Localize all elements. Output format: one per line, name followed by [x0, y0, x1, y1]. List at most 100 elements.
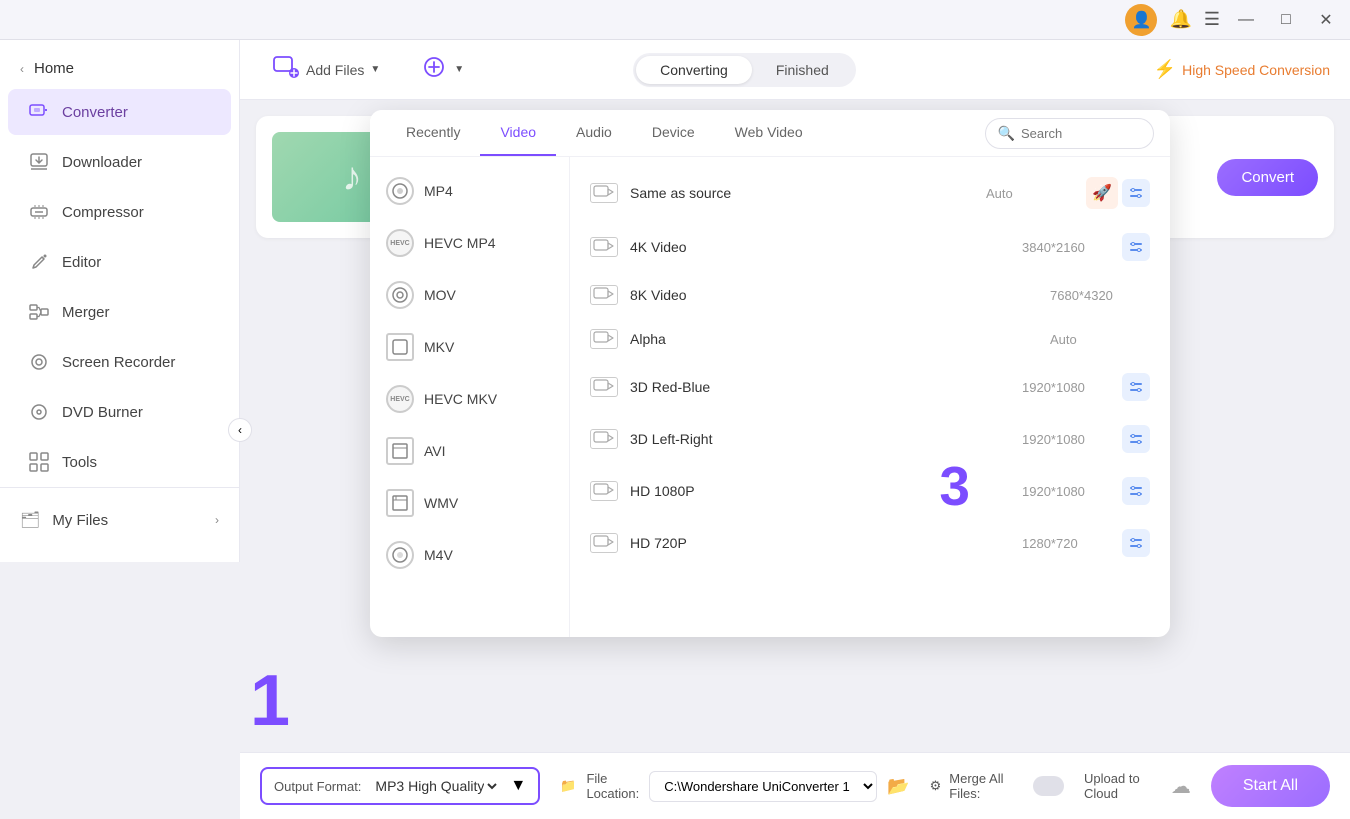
output-format-section: Output Format: MP3 High Quality ▼	[260, 767, 540, 805]
sidebar-editor-label: Editor	[62, 254, 101, 271]
wmv-label: WMV	[424, 495, 458, 511]
preset-8k-res: 7680*4320	[1050, 288, 1150, 303]
sidebar-compressor-label: Compressor	[62, 204, 144, 221]
file-location-icon: 📁	[560, 778, 576, 794]
preset-hd-1080p[interactable]: HD 1080P 1920*1080 3	[570, 465, 1170, 517]
sidebar-item-tools[interactable]: Tools	[8, 439, 231, 485]
format-avi[interactable]: AVI	[370, 425, 569, 477]
format-select-caret: ▼	[510, 777, 526, 795]
file-location-select[interactable]: C:\Wondershare UniConverter 1	[649, 771, 877, 802]
format-body: MP4 HEVC HEVC MP4	[370, 157, 1170, 637]
format-mov[interactable]: MOV	[370, 269, 569, 321]
format-tab-recently[interactable]: Recently	[386, 110, 480, 156]
avi-label: AVI	[424, 443, 446, 459]
preset-4k-settings-button[interactable]	[1122, 233, 1150, 261]
wmv-icon	[386, 489, 414, 517]
preset-same-as-source[interactable]: Same as source Auto 🚀	[570, 165, 1170, 221]
cloud-icon[interactable]: ☁	[1171, 774, 1191, 799]
preset-hd-720p-settings-button[interactable]	[1122, 529, 1150, 557]
format-list: MP4 HEVC HEVC MP4	[370, 157, 570, 637]
add-more-button[interactable]: ▼	[408, 45, 476, 95]
format-hevc-mkv[interactable]: HEVC HEVC MKV	[370, 373, 569, 425]
high-speed-conversion[interactable]: ⚡ High Speed Conversion	[1154, 59, 1330, 80]
notifications-icon[interactable]: 🔔	[1169, 9, 1191, 30]
toolbar: Add Files ▼ ▼ Converting Finished ⚡	[240, 40, 1350, 100]
sidebar-item-dvd-burner[interactable]: DVD Burner	[8, 389, 231, 435]
sidebar-item-editor[interactable]: Editor	[8, 239, 231, 285]
sidebar-myfiles[interactable]: 🗂 My Files ›	[0, 498, 239, 542]
format-mp4[interactable]: MP4	[370, 165, 569, 217]
add-files-label: Add Files	[306, 62, 364, 78]
add-more-caret-icon: ▼	[454, 64, 464, 75]
step-1-number: 1	[250, 660, 290, 742]
preset-settings-button[interactable]	[1122, 179, 1150, 207]
preset-3d-red-blue[interactable]: 3D Red-Blue 1920*1080	[570, 361, 1170, 413]
sidebar-home[interactable]: ‹ Home	[0, 50, 239, 87]
mkv-label: MKV	[424, 339, 454, 355]
dvd-burner-icon	[28, 401, 50, 423]
preset-3d-red-blue-icon	[590, 377, 618, 397]
location-folder-icon[interactable]: 📂	[887, 776, 909, 797]
preset-3d-left-right-icon	[590, 429, 618, 449]
format-m4v[interactable]: M4V	[370, 529, 569, 581]
preset-hd-720p[interactable]: HD 720P 1280*720	[570, 517, 1170, 569]
format-tab-audio[interactable]: Audio	[556, 110, 632, 156]
sidebar-item-converter[interactable]: Converter	[8, 89, 231, 135]
add-files-button[interactable]: Add Files ▼	[260, 45, 392, 95]
sidebar-item-merger[interactable]: Merger	[8, 289, 231, 335]
preset-alpha[interactable]: Alpha Auto	[570, 317, 1170, 361]
format-mkv[interactable]: MKV	[370, 321, 569, 373]
home-label: Home	[34, 60, 74, 77]
minimize-button[interactable]: —	[1232, 6, 1260, 34]
my-files-label: My Files	[52, 512, 108, 529]
sidebar: ‹ Home Converter	[0, 40, 240, 562]
preset-3d-left-right-settings-button[interactable]	[1122, 425, 1150, 453]
sidebar-item-screen-recorder[interactable]: Screen Recorder	[8, 339, 231, 385]
preset-3d-left-right-name: 3D Left-Right	[630, 431, 1022, 447]
sidebar-item-compressor[interactable]: Compressor	[8, 189, 231, 235]
merge-icon: ⚙	[930, 778, 942, 794]
preset-3d-left-right-res: 1920*1080	[1022, 432, 1122, 447]
preset-hd-1080p-settings-button[interactable]	[1122, 477, 1150, 505]
preset-3d-left-right[interactable]: 3D Left-Right 1920*1080	[570, 413, 1170, 465]
format-wmv[interactable]: WMV	[370, 477, 569, 529]
format-tabs: Recently Video Audio Device Web Video 🔍	[370, 110, 1170, 157]
mp4-icon	[386, 177, 414, 205]
close-button[interactable]: ✕	[1312, 6, 1340, 34]
mp4-label: MP4	[424, 183, 453, 199]
output-format-select[interactable]: MP3 High Quality	[371, 777, 500, 795]
tab-converting[interactable]: Converting	[636, 56, 752, 84]
preset-3d-red-blue-settings-button[interactable]	[1122, 373, 1150, 401]
hevc-mkv-icon: HEVC	[386, 385, 414, 413]
upload-cloud-label: Upload to Cloud	[1084, 771, 1163, 801]
lightning-icon: ⚡	[1154, 59, 1176, 80]
search-input[interactable]	[1021, 126, 1141, 141]
mov-icon	[386, 281, 414, 309]
format-search[interactable]: 🔍	[985, 118, 1154, 149]
preset-4k-name: 4K Video	[630, 239, 1022, 255]
format-tab-video[interactable]: Video	[480, 110, 556, 156]
editor-icon	[28, 251, 50, 273]
tools-icon	[28, 451, 50, 473]
add-files-caret-icon: ▼	[370, 64, 380, 75]
format-presets: Same as source Auto 🚀	[570, 157, 1170, 637]
start-all-button[interactable]: Start All	[1211, 765, 1330, 807]
sidebar-item-downloader[interactable]: Downloader	[8, 139, 231, 185]
preset-8k-video[interactable]: 8K Video 7680*4320	[570, 273, 1170, 317]
high-speed-label: High Speed Conversion	[1182, 62, 1330, 78]
file-location-label: File Location:	[586, 771, 639, 801]
convert-button[interactable]: Convert	[1217, 159, 1318, 196]
hamburger-menu-icon[interactable]: ☰	[1204, 9, 1220, 30]
mkv-icon	[386, 333, 414, 361]
sidebar-tools-label: Tools	[62, 454, 97, 471]
user-avatar[interactable]: 👤	[1125, 4, 1157, 36]
format-tab-device[interactable]: Device	[632, 110, 715, 156]
format-hevc-mp4[interactable]: HEVC HEVC MP4	[370, 217, 569, 269]
format-dropdown: 2 Recently Video Audio Device Web Video …	[370, 110, 1170, 637]
merge-toggle[interactable]	[1033, 776, 1064, 796]
format-tab-web-video[interactable]: Web Video	[715, 110, 823, 156]
preset-4k-video[interactable]: 4K Video 3840*2160	[570, 221, 1170, 273]
maximize-button[interactable]: □	[1272, 6, 1300, 34]
rocket-icon[interactable]: 🚀	[1086, 177, 1118, 209]
tab-finished[interactable]: Finished	[752, 56, 853, 84]
